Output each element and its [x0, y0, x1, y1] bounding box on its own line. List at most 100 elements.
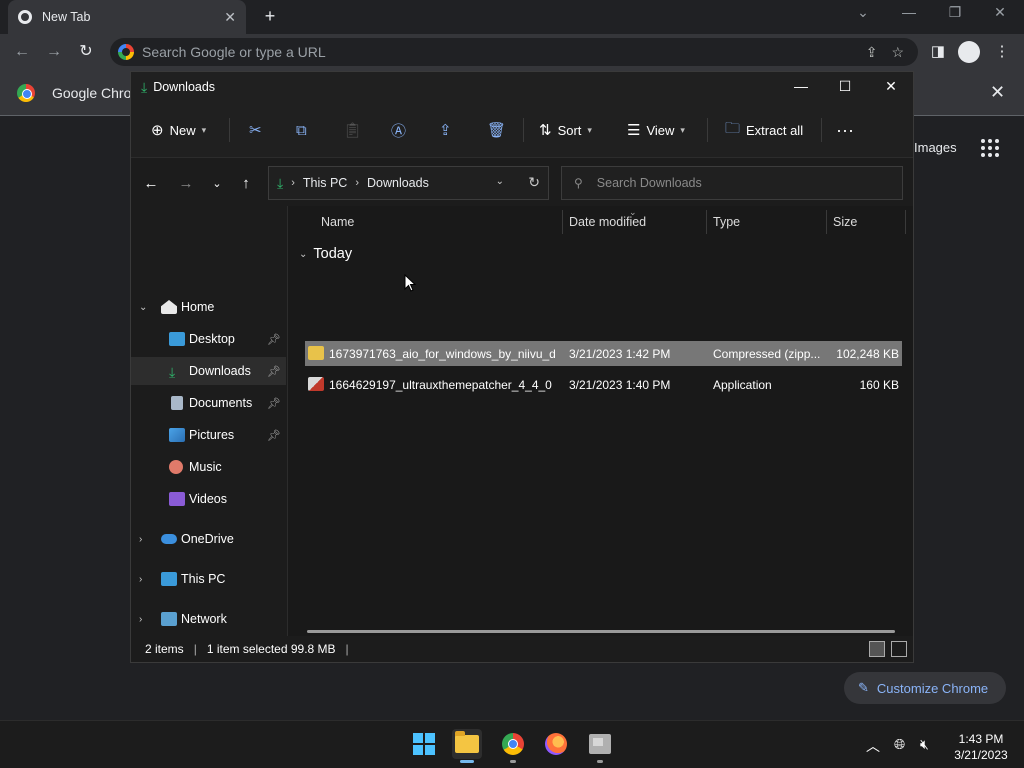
- computer-icon: [161, 572, 177, 586]
- breadcrumb-downloads[interactable]: Downloads: [367, 176, 429, 190]
- divider: [523, 118, 524, 142]
- forward-icon[interactable]: →: [44, 42, 64, 62]
- nav-item-music[interactable]: Music: [131, 453, 286, 481]
- expand-chevron-icon[interactable]: ›: [139, 534, 142, 545]
- tool-taskbar-button[interactable]: [585, 729, 615, 763]
- view-button[interactable]: ☰ View ▾: [627, 120, 685, 140]
- firefox-taskbar-button[interactable]: [541, 729, 571, 759]
- column-header-type[interactable]: Type: [713, 215, 740, 229]
- navigation-pane: ⌄ Home Desktop 📌︎ ⤓ Downloads 📌︎ Documen…: [131, 206, 288, 636]
- pin-icon: 📌︎: [267, 333, 281, 346]
- google-apps-icon[interactable]: [981, 139, 999, 157]
- close-icon[interactable]: ✕: [881, 78, 901, 95]
- volume-muted-icon[interactable]: 🔇︎: [920, 736, 929, 753]
- chrome-tab[interactable]: New Tab ✕: [8, 0, 246, 34]
- search-icon: ⚲: [574, 176, 583, 190]
- cut-button[interactable]: ✂: [249, 120, 262, 140]
- start-button[interactable]: [409, 729, 439, 759]
- address-dropdown-icon[interactable]: ⌄: [496, 176, 504, 187]
- infobar-close-icon[interactable]: ✕: [990, 82, 1005, 103]
- images-link[interactable]: Images: [914, 140, 957, 155]
- extract-all-label: Extract all: [746, 122, 804, 138]
- breadcrumb-this-pc[interactable]: This PC: [303, 176, 347, 190]
- horizontal-scrollbar[interactable]: [307, 630, 895, 633]
- music-icon: [169, 460, 183, 474]
- file-size: 160 KB: [859, 378, 899, 392]
- nav-item-desktop[interactable]: Desktop 📌︎: [131, 325, 286, 353]
- expand-chevron-icon[interactable]: ›: [139, 574, 142, 585]
- home-icon: [161, 300, 177, 314]
- expand-chevron-icon[interactable]: ›: [139, 614, 142, 625]
- recent-locations-icon[interactable]: ⌄: [207, 177, 227, 190]
- rename-button[interactable]: Ⓐ: [391, 120, 406, 140]
- minimize-icon[interactable]: —: [791, 78, 811, 94]
- refresh-icon[interactable]: ↻: [528, 174, 540, 191]
- forward-icon[interactable]: →: [176, 175, 196, 192]
- nav-item-downloads[interactable]: ⤓ Downloads 📌︎: [131, 357, 286, 385]
- pin-icon: 📌︎: [267, 397, 281, 410]
- close-window-icon[interactable]: ✕: [990, 4, 1010, 21]
- network-globe-icon[interactable]: 🌐︎: [894, 736, 905, 753]
- chrome-taskbar-button[interactable]: [498, 729, 528, 763]
- divider: [826, 210, 827, 234]
- new-tab-button[interactable]: +: [260, 6, 280, 26]
- nav-item-pictures[interactable]: Pictures 📌︎: [131, 421, 286, 449]
- copy-icon: ⧉: [296, 121, 307, 139]
- nav-item-documents[interactable]: Documents 📌︎: [131, 389, 286, 417]
- file-explorer-taskbar-button[interactable]: [452, 729, 482, 763]
- profile-avatar[interactable]: [958, 41, 980, 63]
- address-bar[interactable]: ⤓ › This PC › Downloads ⌄ ↻: [268, 166, 549, 200]
- restore-icon[interactable]: ❐: [945, 4, 965, 21]
- paste-icon: 📋︎: [343, 122, 363, 139]
- column-header-size[interactable]: Size: [833, 215, 857, 229]
- breadcrumb-chevron-icon: ›: [291, 177, 295, 189]
- up-icon[interactable]: ↑: [236, 175, 256, 192]
- show-hidden-icons-chevron-icon[interactable]: ︿: [866, 736, 880, 756]
- back-icon[interactable]: ←: [141, 175, 161, 192]
- close-tab-icon[interactable]: ✕: [224, 9, 236, 26]
- details-view-icon[interactable]: [869, 641, 885, 657]
- share-button[interactable]: ⇪: [439, 120, 452, 140]
- group-header-today[interactable]: ⌄ Today: [299, 246, 352, 262]
- network-icon: [161, 612, 177, 626]
- divider: [905, 210, 906, 234]
- customize-chrome-button[interactable]: ✎ Customize Chrome: [844, 672, 1006, 704]
- maximize-icon[interactable]: ☐: [835, 78, 855, 95]
- search-box[interactable]: ⚲ Search Downloads: [561, 166, 903, 200]
- table-row[interactable]: 1664629197_ultrauxthemepatcher_4_4_0 3/2…: [305, 372, 902, 397]
- extract-all-button[interactable]: 🗀︎ Extract all: [725, 120, 803, 140]
- nav-item-onedrive[interactable]: › OneDrive: [131, 525, 286, 553]
- tab-search-icon[interactable]: ⌄: [853, 4, 873, 21]
- more-options-icon[interactable]: ···: [836, 120, 854, 140]
- system-clock[interactable]: 1:43 PM 3/21/2023: [946, 731, 1016, 763]
- customize-chrome-label: Customize Chrome: [876, 680, 989, 696]
- paste-button[interactable]: 📋︎: [343, 120, 362, 140]
- active-indicator: [460, 760, 474, 763]
- sort-button[interactable]: ⇅ Sort ▾: [539, 120, 592, 140]
- expand-chevron-icon[interactable]: ⌄: [139, 302, 147, 313]
- new-button[interactable]: ⊕ New ▾: [151, 120, 206, 140]
- share-icon[interactable]: ⇪: [866, 44, 878, 61]
- reload-icon[interactable]: ↻: [76, 42, 96, 62]
- nav-item-home[interactable]: ⌄ Home: [131, 293, 286, 321]
- delete-button[interactable]: 🗑︎: [487, 120, 506, 140]
- side-panel-icon[interactable]: ◨: [928, 42, 948, 60]
- chrome-tabstrip: New Tab ✕ + ⌄ — ❐ ✕: [0, 0, 1024, 34]
- omnibox[interactable]: Search Google or type a URL ⇪ ☆: [110, 38, 918, 66]
- bookmark-star-icon[interactable]: ☆: [891, 44, 904, 61]
- scissors-icon: ✂: [249, 122, 262, 139]
- nav-label: Home: [181, 300, 215, 314]
- chrome-tab-icon: [18, 10, 32, 24]
- back-icon[interactable]: ←: [12, 42, 32, 62]
- chrome-menu-icon[interactable]: ⋮: [992, 42, 1012, 60]
- column-header-name[interactable]: Name: [321, 215, 354, 229]
- nav-item-this-pc[interactable]: › This PC: [131, 565, 286, 593]
- pencil-icon: ✎: [858, 680, 869, 695]
- nav-item-videos[interactable]: Videos: [131, 485, 286, 513]
- minimize-icon[interactable]: —: [899, 4, 919, 20]
- nav-item-network[interactable]: › Network: [131, 605, 286, 633]
- large-icons-view-icon[interactable]: [891, 641, 907, 657]
- divider: |: [193, 642, 197, 656]
- table-row[interactable]: 1673971763_aio_for_windows_by_niivu_d...…: [305, 341, 902, 366]
- copy-button[interactable]: ⧉: [296, 120, 307, 140]
